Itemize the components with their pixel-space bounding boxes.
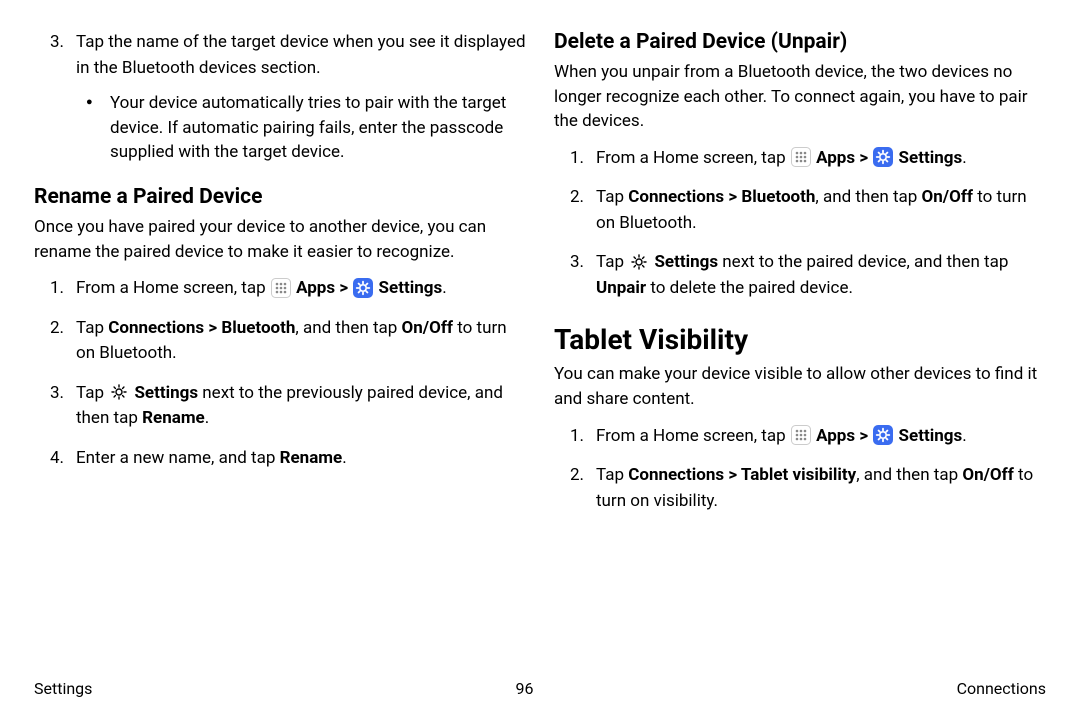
bold: Settings (134, 383, 198, 403)
continued-steps: 3. Tap the name of the target device whe… (34, 30, 526, 165)
sub-bullets: Your device automatically tries to pair … (76, 91, 526, 165)
list-item: 3. Tap Settings next to the paired devic… (554, 250, 1046, 301)
text: Tap (76, 318, 108, 338)
step-number: 3. (34, 30, 64, 56)
text: , and then tap (295, 318, 401, 338)
list-item: 2. Tap Connections > Tablet visibility, … (554, 463, 1046, 514)
footer-left: Settings (34, 679, 92, 698)
apps-icon (271, 278, 291, 298)
bold: Settings (654, 252, 718, 272)
list-item: 3. Tap Settings next to the previously p… (34, 381, 526, 432)
bold: On/Off (402, 318, 453, 338)
list-item: 1. From a Home screen, tap Apps > Settin… (554, 146, 1046, 172)
text: next to the paired device, and then tap (718, 252, 1008, 272)
step-number: 3. (34, 381, 64, 407)
text: Enter a new name, and tap (76, 448, 280, 468)
apps-label: Apps (296, 278, 335, 298)
apps-icon (791, 425, 811, 445)
left-column: 3. Tap the name of the target device whe… (34, 30, 526, 528)
settings-icon (873, 147, 893, 167)
text: Tap (596, 252, 628, 272)
step-number: 1. (554, 424, 584, 450)
bold: Connections > Tablet visibility (628, 465, 856, 485)
right-column: Delete a Paired Device (Unpair) When you… (554, 30, 1046, 528)
heading-unpair: Delete a Paired Device (Unpair) (554, 30, 1046, 54)
text: Tap (596, 465, 628, 485)
page-number: 96 (516, 679, 534, 698)
step-number: 1. (34, 276, 64, 302)
settings-label: Settings (379, 278, 443, 298)
sep: > (855, 148, 872, 168)
apps-icon (791, 147, 811, 167)
apps-label: Apps (816, 148, 855, 168)
step-number: 4. (34, 446, 64, 472)
text: to delete the paired device. (646, 278, 853, 298)
intro-visibility: You can make your device visible to allo… (554, 362, 1046, 411)
bold: Rename (142, 408, 205, 428)
page-columns: 3. Tap the name of the target device whe… (34, 30, 1046, 528)
list-item: 1. From a Home screen, tap Apps > Settin… (554, 424, 1046, 450)
list-item: 1. From a Home screen, tap Apps > Settin… (34, 276, 526, 302)
text: , and then tap (815, 187, 921, 207)
list-item: 3. Tap the name of the target device whe… (34, 30, 526, 165)
gear-icon (109, 382, 129, 402)
text: . (962, 426, 966, 446)
settings-icon (353, 278, 373, 298)
text: Tap (596, 187, 628, 207)
text: . (442, 278, 446, 298)
step-text: Tap the name of the target device when y… (76, 32, 526, 78)
bold: Connections > Bluetooth (628, 187, 815, 207)
step-number: 2. (554, 463, 584, 489)
list-item: 2. Tap Connections > Bluetooth, and then… (554, 185, 1046, 236)
text: . (962, 148, 966, 168)
text: From a Home screen, tap (596, 148, 790, 168)
bold: Rename (280, 448, 343, 468)
page-footer: Settings 96 Connections (34, 679, 1046, 698)
settings-label: Settings (899, 148, 963, 168)
heading-rename: Rename a Paired Device (34, 185, 526, 209)
apps-label: Apps (816, 426, 855, 446)
text: Tap (76, 383, 108, 403)
list-item: 2. Tap Connections > Bluetooth, and then… (34, 316, 526, 367)
sep: > (855, 426, 872, 446)
intro-rename: Once you have paired your device to anot… (34, 215, 526, 264)
settings-label: Settings (899, 426, 963, 446)
sep: > (335, 278, 352, 298)
text: . (342, 448, 346, 468)
text: From a Home screen, tap (76, 278, 270, 298)
bullet-item: Your device automatically tries to pair … (76, 91, 526, 165)
rename-steps: 1. From a Home screen, tap Apps > Settin… (34, 276, 526, 471)
step-number: 3. (554, 250, 584, 276)
step-number: 2. (554, 185, 584, 211)
intro-unpair: When you unpair from a Bluetooth device,… (554, 60, 1046, 134)
bold: Unpair (596, 278, 646, 298)
visibility-steps: 1. From a Home screen, tap Apps > Settin… (554, 424, 1046, 515)
text: , and then tap (856, 465, 962, 485)
gear-icon (629, 252, 649, 272)
text: . (205, 408, 209, 428)
bold: On/Off (962, 465, 1013, 485)
heading-visibility: Tablet Visibility (554, 323, 1046, 356)
settings-icon (873, 425, 893, 445)
list-item: 4. Enter a new name, and tap Rename. (34, 446, 526, 472)
bold: On/Off (922, 187, 973, 207)
step-number: 1. (554, 146, 584, 172)
text: From a Home screen, tap (596, 426, 790, 446)
unpair-steps: 1. From a Home screen, tap Apps > Settin… (554, 146, 1046, 302)
bold: Connections > Bluetooth (108, 318, 295, 338)
step-number: 2. (34, 316, 64, 342)
footer-right: Connections (957, 679, 1046, 698)
